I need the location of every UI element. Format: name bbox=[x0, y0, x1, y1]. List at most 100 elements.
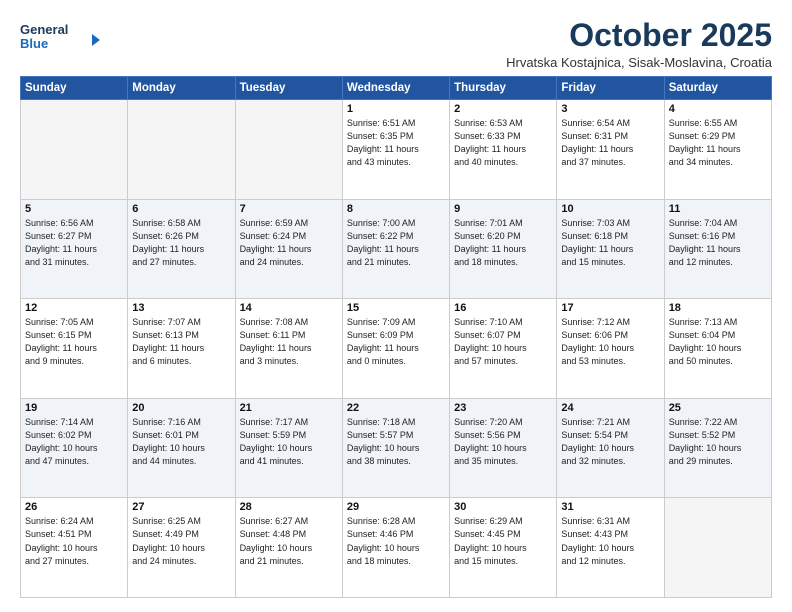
location-subtitle: Hrvatska Kostajnica, Sisak-Moslavina, Cr… bbox=[506, 55, 772, 70]
table-row: 22 Sunrise: 7:18 AM Sunset: 5:57 PM Dayli… bbox=[342, 398, 449, 498]
header-sunday: Sunday bbox=[21, 77, 128, 100]
day-info: Sunrise: 7:03 AM Sunset: 6:18 PM Dayligh… bbox=[561, 217, 659, 269]
day-number: 23 bbox=[454, 402, 552, 414]
day-number: 12 bbox=[25, 302, 123, 314]
logo-svg: General Blue bbox=[20, 18, 100, 54]
day-number: 14 bbox=[240, 302, 338, 314]
header-friday: Friday bbox=[557, 77, 664, 100]
day-number: 20 bbox=[132, 402, 230, 414]
table-row: 29Sunrise: 6:28 AM Sunset: 4:46 PM Dayli… bbox=[342, 498, 449, 598]
day-number: 22 bbox=[347, 402, 445, 414]
table-row: 24 Sunrise: 7:21 AM Sunset: 5:54 PM Dayli… bbox=[557, 398, 664, 498]
title-section: October 2025 Hrvatska Kostajnica, Sisak-… bbox=[506, 18, 772, 70]
table-row: 20 Sunrise: 7:16 AM Sunset: 6:01 PM Dayli… bbox=[128, 398, 235, 498]
day-number: 7 bbox=[240, 203, 338, 215]
svg-text:General: General bbox=[20, 22, 68, 37]
table-row: 27 Sunrise: 6:25 AM Sunset: 4:49 PM Dayli… bbox=[128, 498, 235, 598]
day-info: Sunrise: 6:55 AM Sunset: 6:29 PM Dayligh… bbox=[669, 117, 767, 169]
day-info: Sunrise: 7:07 AM Sunset: 6:13 PM Dayligh… bbox=[132, 316, 230, 368]
month-title: October 2025 bbox=[506, 18, 772, 53]
logo: General Blue bbox=[20, 18, 100, 54]
day-info: Sunrise: 7:16 AM Sunset: 6:01 PM Dayligh… bbox=[132, 416, 230, 468]
table-row: 3 Sunrise: 6:54 AM Sunset: 6:31 PM Daylig… bbox=[557, 100, 664, 200]
table-row: 18 Sunrise: 7:13 AM Sunset: 6:04 PM Dayli… bbox=[664, 299, 771, 399]
header-wednesday: Wednesday bbox=[342, 77, 449, 100]
day-number: 28 bbox=[240, 501, 338, 513]
calendar-week-row: 5 Sunrise: 6:56 AM Sunset: 6:27 PM Daylig… bbox=[21, 199, 772, 299]
page: General Blue October 2025 Hrvatska Kosta… bbox=[0, 0, 792, 612]
table-row: 5 Sunrise: 6:56 AM Sunset: 6:27 PM Daylig… bbox=[21, 199, 128, 299]
day-info: Sunrise: 6:58 AM Sunset: 6:26 PM Dayligh… bbox=[132, 217, 230, 269]
day-info: Sunrise: 7:13 AM Sunset: 6:04 PM Dayligh… bbox=[669, 316, 767, 368]
table-row: 7 Sunrise: 6:59 AM Sunset: 6:24 PM Daylig… bbox=[235, 199, 342, 299]
day-number: 26 bbox=[25, 501, 123, 513]
table-row: 6 Sunrise: 6:58 AM Sunset: 6:26 PM Daylig… bbox=[128, 199, 235, 299]
day-number: 15 bbox=[347, 302, 445, 314]
day-number: 16 bbox=[454, 302, 552, 314]
day-number: 6 bbox=[132, 203, 230, 215]
table-row bbox=[235, 100, 342, 200]
header-saturday: Saturday bbox=[664, 77, 771, 100]
table-row: 14 Sunrise: 7:08 AM Sunset: 6:11 PM Dayli… bbox=[235, 299, 342, 399]
header-thursday: Thursday bbox=[450, 77, 557, 100]
day-info: Sunrise: 6:59 AM Sunset: 6:24 PM Dayligh… bbox=[240, 217, 338, 269]
day-number: 24 bbox=[561, 402, 659, 414]
day-info: Sunrise: 6:51 AM Sunset: 6:35 PM Dayligh… bbox=[347, 117, 445, 169]
day-info: Sunrise: 7:00 AM Sunset: 6:22 PM Dayligh… bbox=[347, 217, 445, 269]
header: General Blue October 2025 Hrvatska Kosta… bbox=[20, 18, 772, 70]
day-info: Sunrise: 6:56 AM Sunset: 6:27 PM Dayligh… bbox=[25, 217, 123, 269]
day-info: Sunrise: 6:53 AM Sunset: 6:33 PM Dayligh… bbox=[454, 117, 552, 169]
table-row: 8 Sunrise: 7:00 AM Sunset: 6:22 PM Daylig… bbox=[342, 199, 449, 299]
day-header-row: Sunday Monday Tuesday Wednesday Thursday… bbox=[21, 77, 772, 100]
table-row: 10Sunrise: 7:03 AM Sunset: 6:18 PM Dayli… bbox=[557, 199, 664, 299]
day-info: Sunrise: 7:04 AM Sunset: 6:16 PM Dayligh… bbox=[669, 217, 767, 269]
day-info: Sunrise: 7:05 AM Sunset: 6:15 PM Dayligh… bbox=[25, 316, 123, 368]
day-info: Sunrise: 6:54 AM Sunset: 6:31 PM Dayligh… bbox=[561, 117, 659, 169]
day-number: 2 bbox=[454, 103, 552, 115]
day-number: 4 bbox=[669, 103, 767, 115]
calendar-week-row: 1 Sunrise: 6:51 AM Sunset: 6:35 PM Daylig… bbox=[21, 100, 772, 200]
table-row: 12 Sunrise: 7:05 AM Sunset: 6:15 PM Dayli… bbox=[21, 299, 128, 399]
day-number: 9 bbox=[454, 203, 552, 215]
table-row: 11 Sunrise: 7:04 AM Sunset: 6:16 PM Dayli… bbox=[664, 199, 771, 299]
table-row: 16 Sunrise: 7:10 AM Sunset: 6:07 PM Dayli… bbox=[450, 299, 557, 399]
day-number: 18 bbox=[669, 302, 767, 314]
day-info: Sunrise: 6:28 AM Sunset: 4:46 PM Dayligh… bbox=[347, 515, 445, 567]
table-row bbox=[664, 498, 771, 598]
day-number: 5 bbox=[25, 203, 123, 215]
table-row: 9 Sunrise: 7:01 AM Sunset: 6:20 PM Daylig… bbox=[450, 199, 557, 299]
table-row bbox=[21, 100, 128, 200]
table-row: 30 Sunrise: 6:29 AM Sunset: 4:45 PM Dayli… bbox=[450, 498, 557, 598]
table-row: 31Sunrise: 6:31 AM Sunset: 4:43 PM Dayli… bbox=[557, 498, 664, 598]
day-info: Sunrise: 7:22 AM Sunset: 5:52 PM Dayligh… bbox=[669, 416, 767, 468]
svg-text:Blue: Blue bbox=[20, 36, 48, 51]
table-row: 21 Sunrise: 7:17 AM Sunset: 5:59 PM Dayli… bbox=[235, 398, 342, 498]
day-number: 27 bbox=[132, 501, 230, 513]
day-info: Sunrise: 6:25 AM Sunset: 4:49 PM Dayligh… bbox=[132, 515, 230, 567]
table-row: 28Sunrise: 6:27 AM Sunset: 4:48 PM Dayli… bbox=[235, 498, 342, 598]
calendar-week-row: 26Sunrise: 6:24 AM Sunset: 4:51 PM Dayli… bbox=[21, 498, 772, 598]
header-monday: Monday bbox=[128, 77, 235, 100]
day-number: 31 bbox=[561, 501, 659, 513]
day-number: 21 bbox=[240, 402, 338, 414]
day-info: Sunrise: 7:18 AM Sunset: 5:57 PM Dayligh… bbox=[347, 416, 445, 468]
table-row: 13 Sunrise: 7:07 AM Sunset: 6:13 PM Dayli… bbox=[128, 299, 235, 399]
day-info: Sunrise: 7:01 AM Sunset: 6:20 PM Dayligh… bbox=[454, 217, 552, 269]
day-info: Sunrise: 7:14 AM Sunset: 6:02 PM Dayligh… bbox=[25, 416, 123, 468]
calendar-week-row: 19 Sunrise: 7:14 AM Sunset: 6:02 PM Dayli… bbox=[21, 398, 772, 498]
table-row: 23Sunrise: 7:20 AM Sunset: 5:56 PM Dayli… bbox=[450, 398, 557, 498]
day-number: 8 bbox=[347, 203, 445, 215]
day-number: 13 bbox=[132, 302, 230, 314]
day-info: Sunrise: 7:10 AM Sunset: 6:07 PM Dayligh… bbox=[454, 316, 552, 368]
day-info: Sunrise: 6:29 AM Sunset: 4:45 PM Dayligh… bbox=[454, 515, 552, 567]
day-number: 30 bbox=[454, 501, 552, 513]
day-number: 1 bbox=[347, 103, 445, 115]
day-number: 3 bbox=[561, 103, 659, 115]
day-number: 11 bbox=[669, 203, 767, 215]
day-number: 19 bbox=[25, 402, 123, 414]
day-info: Sunrise: 7:17 AM Sunset: 5:59 PM Dayligh… bbox=[240, 416, 338, 468]
table-row bbox=[128, 100, 235, 200]
table-row: 19 Sunrise: 7:14 AM Sunset: 6:02 PM Dayli… bbox=[21, 398, 128, 498]
day-info: Sunrise: 7:21 AM Sunset: 5:54 PM Dayligh… bbox=[561, 416, 659, 468]
day-info: Sunrise: 7:08 AM Sunset: 6:11 PM Dayligh… bbox=[240, 316, 338, 368]
